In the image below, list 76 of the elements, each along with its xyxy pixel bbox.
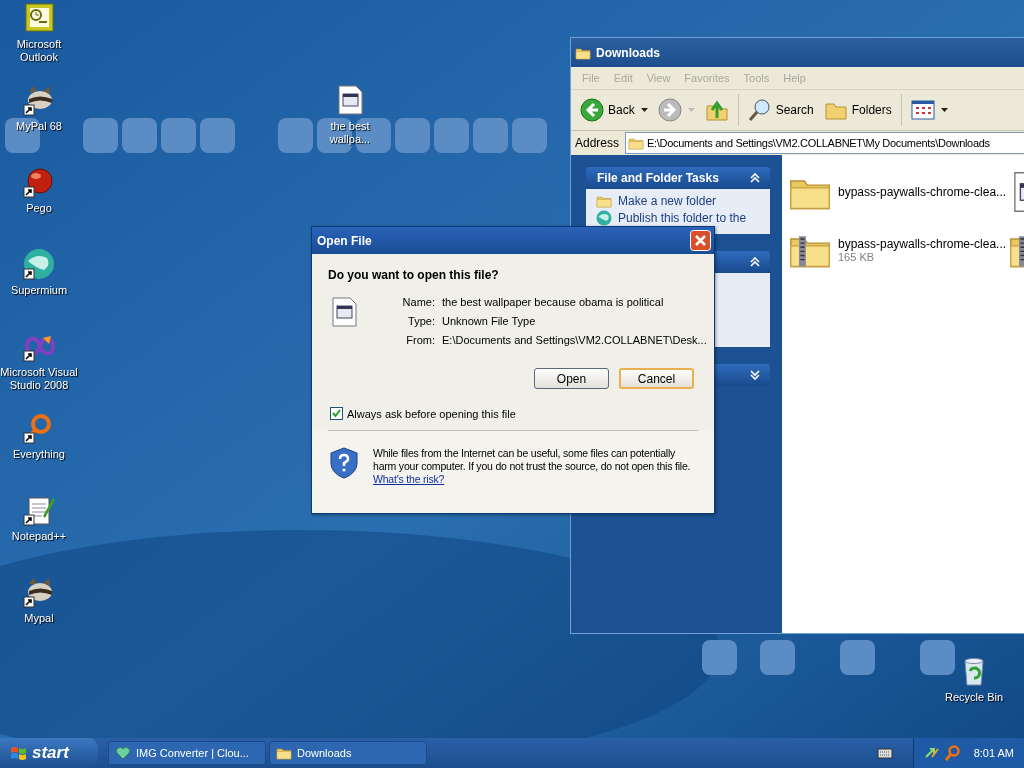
task-link[interactable]: Make a new folder [618,194,717,208]
up-icon [704,98,729,122]
dropdown-arrow-icon [940,108,948,112]
dialog-title: Open File [317,233,372,248]
icon-label[interactable]: Microsoft Visual Studio 2008 [0,366,78,392]
dialog-button[interactable]: Cancel [619,368,694,389]
wallpaper-tile [920,640,955,675]
back-icon [580,98,604,122]
wallpaper-tile [840,640,875,675]
taskbar-button[interactable]: IMG Converter | Clou... [108,741,266,765]
icon-label[interactable]: Mypal [24,612,54,625]
wallpaper-tile [161,118,196,153]
raccoon-icon[interactable] [23,84,55,116]
wallpaper-tile [512,118,547,153]
raccoon-icon[interactable] [23,576,55,608]
icon-label[interactable]: Pego [26,202,52,215]
wallpaper-tile [395,118,430,153]
address-field[interactable]: E:\Documents and Settings\VM2.COLLABNET\My Documents\Downloads [625,132,1024,154]
taskbar-button[interactable]: Downloads [269,741,427,765]
checkbox-label[interactable]: Always ask before opening this file [347,407,516,420]
file-name[interactable]: bypass-paywalls-chrome-clea... [838,185,1007,199]
back-button[interactable]: Back [577,96,651,124]
folder-icon [276,745,292,761]
clock-icon[interactable] [23,2,55,34]
close-icon[interactable] [690,230,711,251]
icon-label[interactable]: Microsoft Outlook [0,38,78,64]
wallpaper-tile [760,640,795,675]
icon-label[interactable]: Supermium [10,284,68,297]
shield-icon [330,447,358,479]
wallpaper-tile [702,640,737,675]
risk-link[interactable]: What's the risk? [373,473,445,485]
checkbox[interactable] [330,407,343,420]
dialog-button[interactable]: Open [534,368,609,389]
field-label: Name: [401,296,435,310]
wallpaper-tile [278,118,313,153]
notepad-icon[interactable] [23,494,55,526]
folder-icon [628,135,645,151]
globe-icon[interactable] [23,248,55,280]
folder-icon [596,193,612,209]
windows-flag-icon [10,744,27,762]
clock: 8:01 AM [973,747,1014,759]
wallpaper-tile [122,118,157,153]
dropdown-arrow-icon [687,108,695,112]
task-link[interactable]: Publish this folder to the [618,211,747,225]
wallpaper-tile [473,118,508,153]
file-name[interactable]: bypass-paywalls-chrome-clea... [838,237,1007,251]
search-icon [747,98,772,122]
file-size: 165 KB [838,251,876,263]
field-value: Unknown File Type [442,315,537,329]
search-button[interactable]: Search [744,96,817,124]
icon-label[interactable]: Recycle Bin [944,691,1004,704]
icon-label[interactable]: the best wallpa... [311,120,389,146]
views-icon [910,98,935,122]
heart-icon [115,745,131,761]
ball-icon[interactable] [23,166,55,198]
folders-button[interactable]: Folders [820,96,895,124]
field-label: From: [405,334,435,348]
address-label: Address [575,136,620,150]
wallpaper-tile [83,118,118,153]
wallpaper-tile [200,118,235,153]
window-title: Downloads [596,45,660,60]
forward-icon [657,98,682,122]
panel-header[interactable]: File and Folder Tasks [586,167,770,189]
warning-text: While files from the Internet can be useful, some files can potentially harm your computer. If you do not trust the source, do not open this file. What's the risk? [373,447,692,486]
field-value: E:\Documents and Settings\VM2.COLLABNET\Desk... [442,334,707,348]
field-label: Type: [407,315,435,329]
field-value: the best wallpaper because obama is political [442,296,665,310]
icon-label[interactable]: Everything [13,448,65,461]
dialog-question: Do you want to open this file? [328,268,500,282]
globe-icon [596,210,612,226]
wallpaper-tile [434,118,469,153]
start-button[interactable]: start [0,738,98,768]
dropdown-arrow-icon [640,108,648,112]
icon-label[interactable]: Notepad++ [11,530,67,543]
keyboard-icon[interactable] [876,746,893,760]
icon-label[interactable]: MyPal 68 [16,120,62,133]
